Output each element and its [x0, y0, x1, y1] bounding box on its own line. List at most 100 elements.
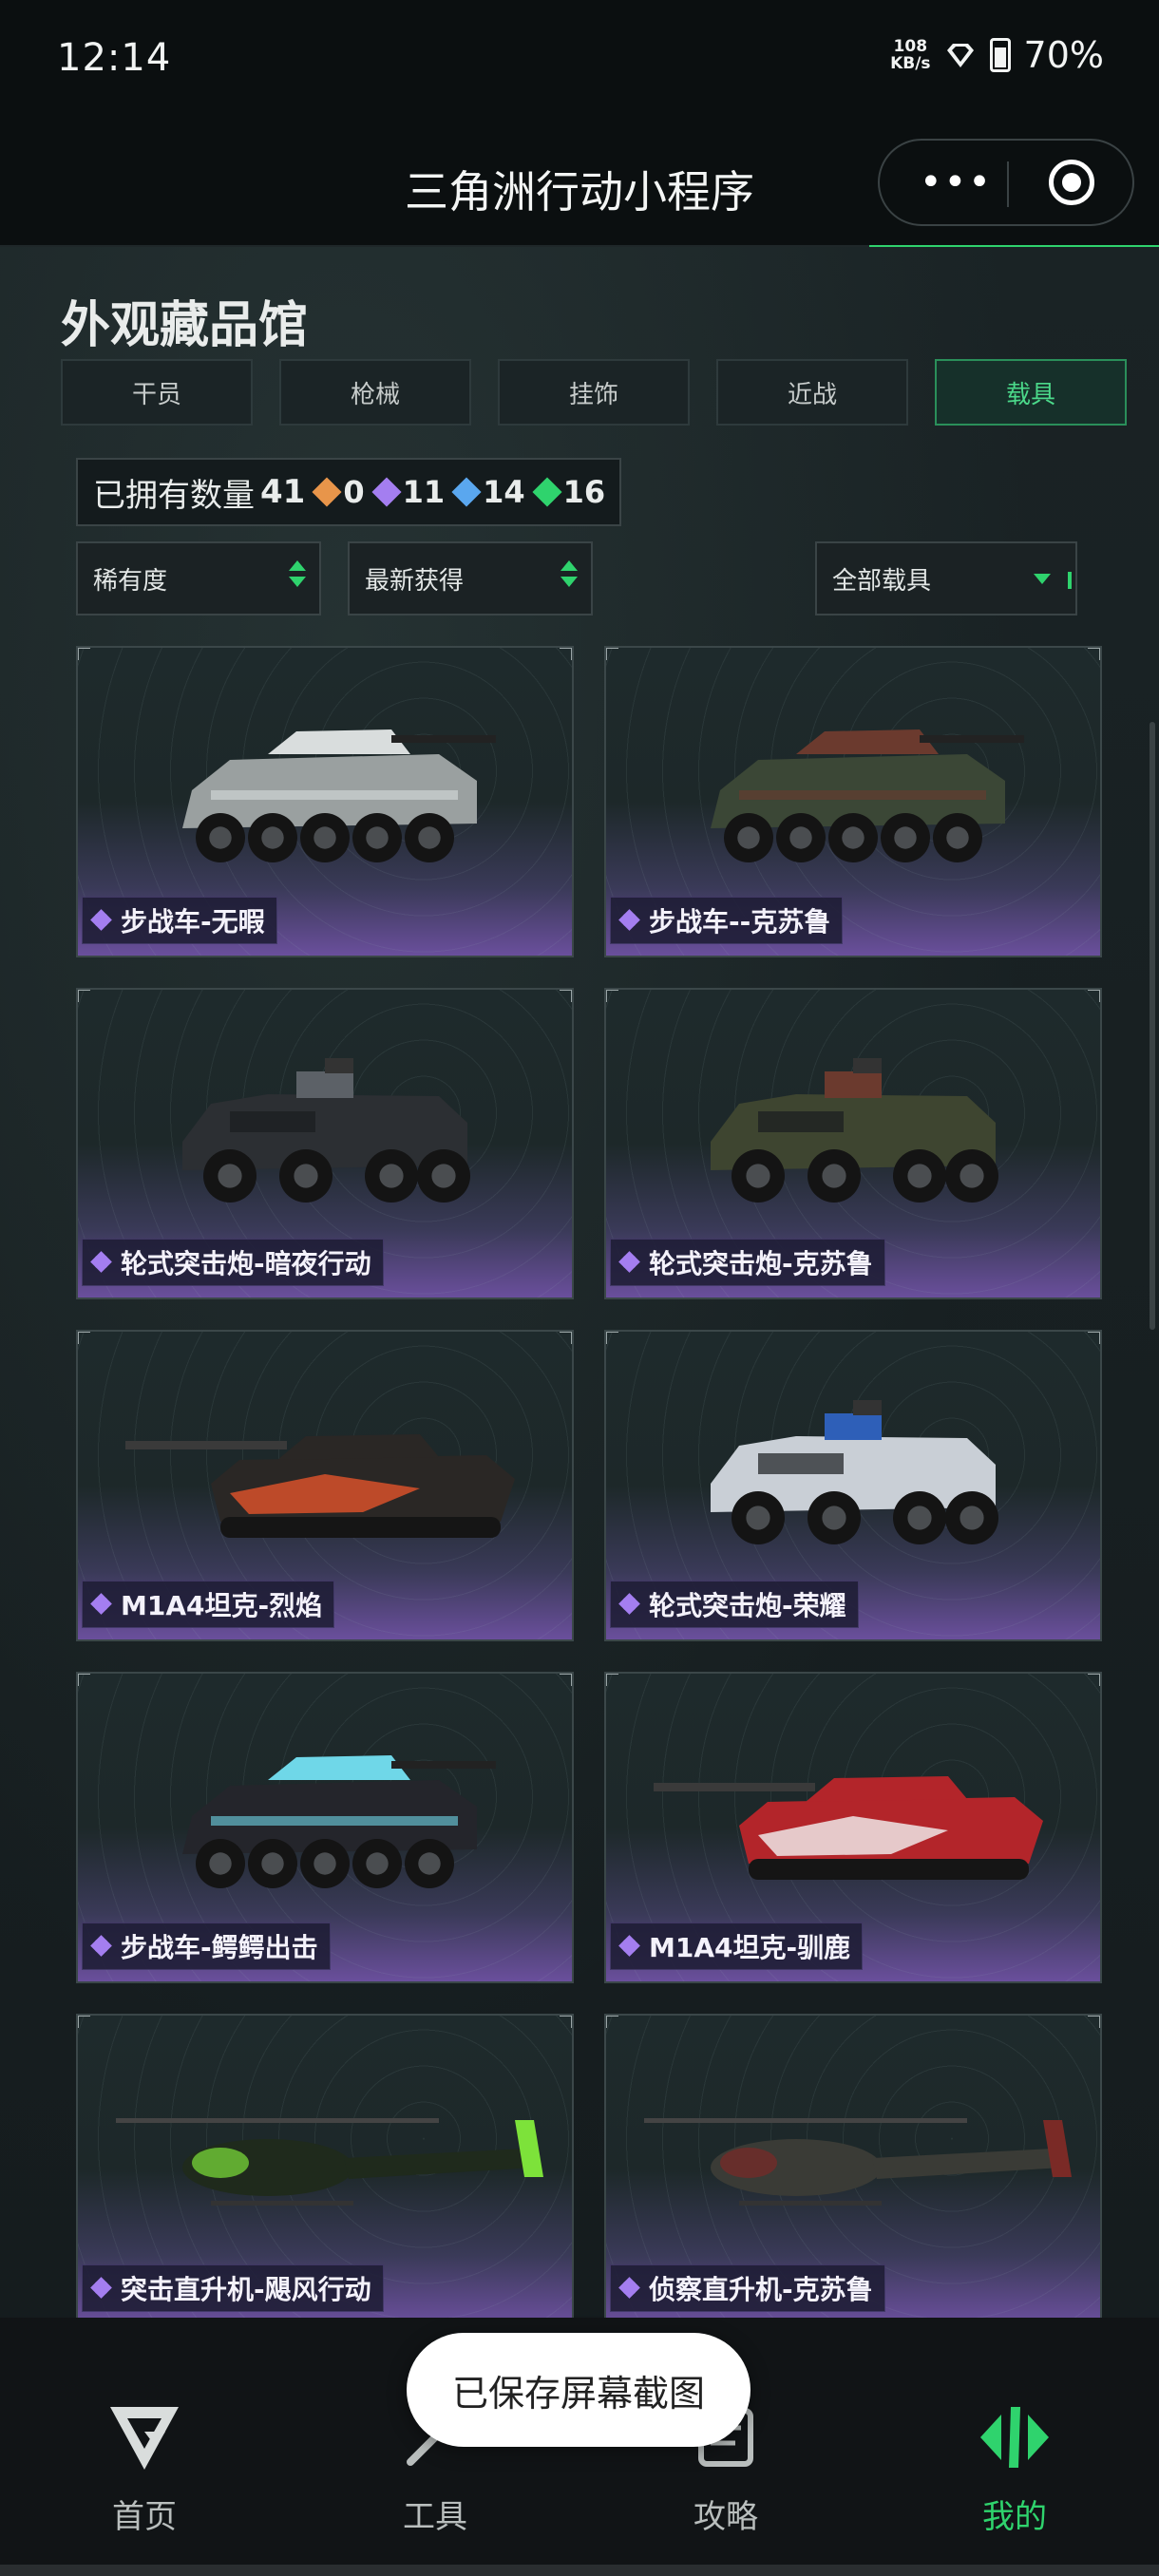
card-corner [1088, 648, 1100, 660]
vehicle-name-label: M1A4坦克-烈焰 [82, 1581, 335, 1628]
card-corner [1088, 990, 1100, 1002]
rarity-sort-dropdown[interactable]: 稀有度 [76, 541, 321, 616]
vehicle-card[interactable]: 侦察直升机-克苏鲁 [604, 2014, 1102, 2325]
vehicle-name: M1A4坦克-烈焰 [121, 1590, 323, 1621]
vehicle-name: 步战车-鳄鳄出击 [121, 1932, 318, 1963]
owned-label: 已拥有数量 [93, 476, 255, 515]
blue-gem-icon [451, 477, 482, 507]
vehicle-type-dropdown[interactable]: 全部载具 [815, 541, 1077, 616]
status-bar: 12:14 108 KB/s 70% [0, 0, 1159, 123]
vehicle-card[interactable]: 轮式突击炮-克苏鲁 [604, 988, 1102, 1299]
vehicle-card[interactable]: M1A4坦克-烈焰 [76, 1330, 574, 1641]
vehicle-card[interactable]: 步战车--克苏鲁 [604, 646, 1102, 957]
card-corner [560, 1332, 572, 1344]
vehicle-name-label: 轮式突击炮-克苏鲁 [610, 1239, 885, 1286]
signal-icon [946, 44, 974, 67]
card-corner [606, 1674, 618, 1686]
chevron-down-icon [1034, 574, 1051, 584]
delta-logo-icon [110, 2407, 179, 2470]
card-corner [560, 990, 572, 1002]
rarity-count-purple: 11 [371, 474, 445, 510]
card-corner [1088, 1332, 1100, 1344]
orange-gem-icon [312, 477, 342, 507]
card-corner [78, 648, 90, 660]
vehicle-card[interactable]: 轮式突击炮-荣耀 [604, 1330, 1102, 1641]
vehicle-card[interactable]: 步战车-无暇 [76, 646, 574, 957]
card-corner [606, 990, 618, 1002]
card-corner [78, 1332, 90, 1344]
sort-arrows-icon [289, 560, 306, 587]
card-corner [78, 1674, 90, 1686]
purple-rarity-icon [90, 1593, 112, 1615]
vehicle-name-label: 轮式突击炮-暗夜行动 [82, 1239, 384, 1286]
card-corner [606, 2016, 618, 2028]
tab-melee[interactable]: 近战 [716, 359, 908, 426]
battery-level: 70% [1023, 34, 1104, 76]
vehicle-name: 突击直升机-飓风行动 [121, 2274, 371, 2305]
screenshot-saved-toast: 已保存屏幕截图 [407, 2333, 750, 2447]
vehicle-card[interactable]: 突击直升机-飓风行动 [76, 2014, 574, 2325]
green-gem-icon [532, 477, 562, 507]
rarity-count-orange: 0 [312, 474, 365, 510]
tab-weapons[interactable]: 枪械 [279, 359, 471, 426]
card-corner [560, 648, 572, 660]
scrollbar[interactable] [1150, 722, 1155, 1330]
vehicle-name: 步战车-无暇 [121, 906, 265, 938]
acquired-sort-dropdown[interactable]: 最新获得 [348, 541, 593, 616]
collection-content: 外观藏品馆 干员 枪械 挂饰 近战 载具 已拥有数量 41 0 11 14 16… [0, 247, 1159, 2325]
mini-program-capsule: ••• [878, 139, 1134, 226]
purple-rarity-icon [618, 2277, 640, 2299]
more-icon[interactable]: ••• [920, 163, 993, 201]
owned-total: 41 [260, 473, 306, 511]
vehicle-name-label: 步战车--克苏鲁 [610, 897, 844, 944]
purple-rarity-icon [90, 2277, 112, 2299]
owned-count-bar: 已拥有数量 41 0 11 14 16 [76, 458, 621, 526]
status-icons: 108 KB/s 70% [890, 34, 1104, 76]
vehicle-name-label: 步战车-鳄鳄出击 [82, 1923, 331, 1970]
card-corner [1088, 2016, 1100, 2028]
rarity-count-green: 16 [532, 474, 605, 510]
card-corner [606, 648, 618, 660]
battery-icon [989, 38, 1011, 72]
sort-arrows-icon [560, 560, 578, 587]
vehicle-card[interactable]: 轮式突击炮-暗夜行动 [76, 988, 574, 1299]
category-tabs: 干员 枪械 挂饰 近战 载具 [61, 359, 1127, 426]
card-corner [78, 2016, 90, 2028]
purple-rarity-icon [618, 909, 640, 931]
vehicle-name: M1A4坦克-驯鹿 [649, 1932, 851, 1963]
card-corner [1088, 1674, 1100, 1686]
purple-rarity-icon [618, 1593, 640, 1615]
vehicle-name: 轮式突击炮-克苏鲁 [649, 1248, 873, 1279]
dropdown-tick [1068, 572, 1072, 589]
system-home-bar [0, 2565, 1159, 2576]
purple-gem-icon [371, 477, 402, 507]
rarity-count-blue: 14 [451, 474, 525, 510]
network-speed: 108 KB/s [890, 37, 931, 73]
vehicle-name: 侦察直升机-克苏鲁 [649, 2274, 873, 2305]
card-corner [560, 2016, 572, 2028]
vehicle-name: 轮式突击炮-暗夜行动 [121, 1248, 371, 1279]
tab-operators[interactable]: 干员 [61, 359, 253, 426]
page-title: 外观藏品馆 [61, 297, 309, 354]
purple-rarity-icon [618, 1251, 640, 1273]
tab-vehicles[interactable]: 载具 [935, 359, 1127, 426]
vehicle-name: 步战车--克苏鲁 [649, 906, 831, 938]
card-corner [78, 990, 90, 1002]
close-mini-program-icon[interactable] [1049, 160, 1094, 205]
tab-charms[interactable]: 挂饰 [498, 359, 690, 426]
vehicle-name-label: 步战车-无暇 [82, 897, 277, 944]
purple-rarity-icon [90, 1935, 112, 1957]
vehicle-name-label: 轮式突击炮-荣耀 [610, 1581, 859, 1628]
card-corner [560, 1674, 572, 1686]
vehicle-name-label: 突击直升机-飓风行动 [82, 2264, 384, 2312]
vehicle-name: 轮式突击炮-荣耀 [649, 1590, 846, 1621]
vehicle-name-label: M1A4坦克-驯鹿 [610, 1923, 864, 1970]
card-corner [606, 1332, 618, 1344]
vehicle-card[interactable]: M1A4坦克-驯鹿 [604, 1672, 1102, 1983]
capsule-divider [1007, 161, 1009, 207]
vehicle-name-label: 侦察直升机-克苏鲁 [610, 2264, 885, 2312]
vehicle-card[interactable]: 步战车-鳄鳄出击 [76, 1672, 574, 1983]
profile-logo-icon [980, 2407, 1049, 2468]
clock: 12:14 [57, 36, 172, 80]
purple-rarity-icon [90, 1251, 112, 1273]
